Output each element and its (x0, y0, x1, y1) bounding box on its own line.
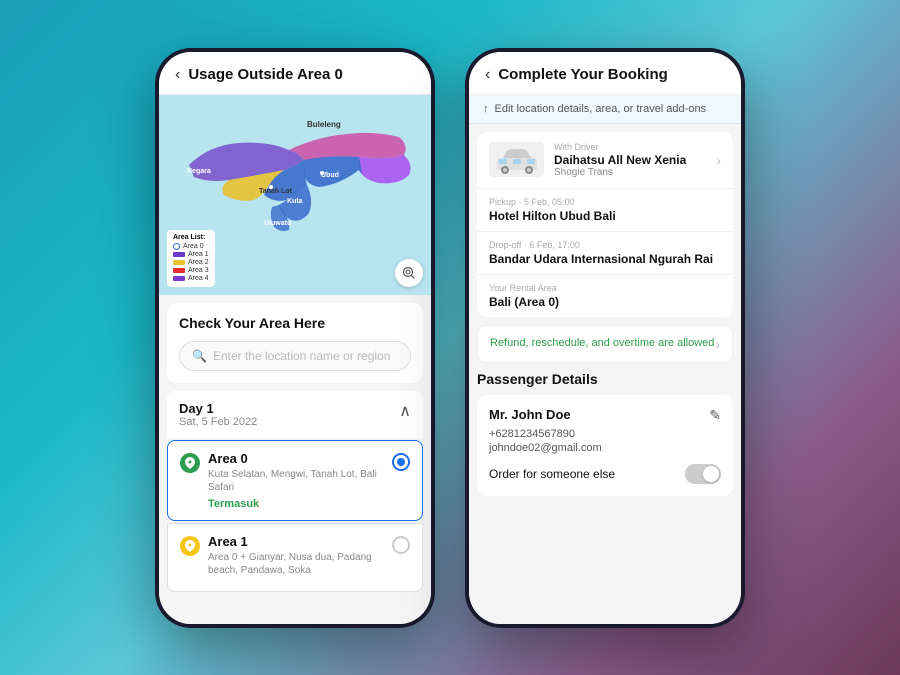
car-image (489, 142, 544, 177)
someone-toggle[interactable] (685, 464, 721, 484)
pickup-label: Pickup · 5 Feb, 05:00 (489, 197, 721, 207)
legend-area3: Area 3 (173, 267, 209, 274)
someone-else-row: Order for someone else (489, 464, 721, 484)
passenger-email: johndoe02@gmail.com (489, 442, 721, 454)
dropoff-value: Bandar Udara Internasional Ngurah Rai (489, 252, 721, 266)
left-content: Buleleng Negara Ubud Tanah Lot Kuta Uluw… (159, 95, 431, 624)
area-0-card[interactable]: Area 0 Kuta Selatan, Mengwi, Tanah Lot, … (167, 440, 423, 521)
area-0-badge: Termasuk (208, 498, 384, 510)
left-phone: ‹ Usage Outside Area 0 (155, 48, 435, 628)
search-box[interactable]: 🔍 Enter the location name or region (179, 341, 411, 371)
legend-area0: Area 0 (173, 243, 209, 250)
left-header: ‹ Usage Outside Area 0 (159, 52, 431, 95)
passenger-card: Mr. John Doe ✎ +6281234567890 johndoe02@… (477, 395, 733, 496)
area-0-info: Area 0 Kuta Selatan, Mengwi, Tanah Lot, … (208, 451, 384, 510)
day-header[interactable]: Day 1 Sat, 5 Feb 2022 ∧ (167, 391, 423, 438)
toggle-knob (703, 466, 719, 482)
car-chevron-icon[interactable]: › (716, 152, 721, 168)
pickup-row: Pickup · 5 Feb, 05:00 Hotel Hilton Ubud … (477, 189, 733, 232)
edit-passenger-icon[interactable]: ✎ (709, 407, 721, 424)
svg-text:Buleleng: Buleleng (307, 120, 341, 129)
right-content: With Driver Daihatsu All New Xenia Shogi… (469, 124, 741, 624)
area-0-radio[interactable] (392, 453, 410, 471)
edit-bar-icon: ↑ (483, 103, 489, 115)
svg-text:Kuta: Kuta (287, 198, 303, 205)
car-row[interactable]: With Driver Daihatsu All New Xenia Shogi… (477, 132, 733, 189)
svg-text:Negara: Negara (187, 168, 211, 175)
area-1-radio[interactable] (392, 536, 410, 554)
back-button[interactable]: ‹ (175, 66, 180, 84)
day-title: Day 1 (179, 401, 257, 416)
area-1-info: Area 1 Area 0 + Gianyar, Nusa dua, Padan… (208, 534, 384, 581)
check-area-section: Check Your Area Here 🔍 Enter the locatio… (167, 303, 423, 383)
dropoff-row: Drop-off · 6 Feb, 17:00 Bandar Udara Int… (477, 232, 733, 275)
right-phone: ‹ Complete Your Booking ↑ Edit location … (465, 48, 745, 628)
passenger-section: Passenger Details Mr. John Doe ✎ +628123… (477, 371, 733, 496)
car-vendor: Shogie Trans (554, 167, 706, 178)
passenger-name: Mr. John Doe (489, 407, 571, 422)
car-info: With Driver Daihatsu All New Xenia Shogi… (554, 142, 706, 178)
rental-area-row: Your Rental Area Bali (Area 0) (477, 275, 733, 317)
edit-bar-text: Edit location details, area, or travel a… (495, 103, 707, 115)
svg-text:Tanah Lot: Tanah Lot (259, 188, 293, 195)
refund-row[interactable]: Refund, reschedule, and overtime are all… (477, 325, 733, 363)
right-back-button[interactable]: ‹ (485, 66, 490, 84)
booking-card: With Driver Daihatsu All New Xenia Shogi… (477, 132, 733, 317)
dropoff-label: Drop-off · 6 Feb, 17:00 (489, 240, 721, 250)
passenger-top-row: Mr. John Doe ✎ (489, 407, 721, 424)
area-1-icon (180, 536, 200, 556)
svg-text:Uluwatu: Uluwatu (264, 220, 291, 227)
refund-chevron-icon[interactable]: › (715, 336, 720, 352)
check-area-title: Check Your Area Here (179, 315, 411, 331)
pickup-value: Hotel Hilton Ubud Bali (489, 209, 721, 223)
area-0-icon (180, 453, 200, 473)
map-view[interactable]: Buleleng Negara Ubud Tanah Lot Kuta Uluw… (159, 95, 431, 295)
car-name: Daihatsu All New Xenia (554, 153, 706, 167)
rental-area-value: Bali (Area 0) (489, 295, 721, 309)
refund-text: Refund, reschedule, and overtime are all… (490, 336, 714, 351)
passenger-section-title: Passenger Details (477, 371, 733, 387)
car-with-driver-label: With Driver (554, 142, 706, 152)
rental-area-label: Your Rental Area (489, 283, 721, 293)
day-chevron[interactable]: ∧ (399, 401, 411, 421)
right-page-title: Complete Your Booking (498, 66, 667, 83)
legend-area4: Area 4 (173, 275, 209, 282)
edit-bar[interactable]: ↑ Edit location details, area, or travel… (469, 95, 741, 124)
area-1-name: Area 1 (208, 534, 384, 549)
search-icon: 🔍 (192, 349, 207, 363)
area-0-name: Area 0 (208, 451, 384, 466)
someone-label: Order for someone else (489, 467, 615, 481)
legend-area2: Area 2 (173, 259, 209, 266)
page-title: Usage Outside Area 0 (188, 66, 343, 83)
area-1-desc: Area 0 + Gianyar, Nusa dua, Padang beach… (208, 551, 384, 577)
day-subtitle: Sat, 5 Feb 2022 (179, 416, 257, 428)
right-header: ‹ Complete Your Booking (469, 52, 741, 95)
legend-title: Area List: (173, 234, 209, 241)
legend-area1: Area 1 (173, 251, 209, 258)
zoom-button[interactable] (395, 259, 423, 287)
passenger-phone: +6281234567890 (489, 428, 721, 440)
search-input-placeholder[interactable]: Enter the location name or region (213, 349, 390, 363)
map-legend: Area List: Area 0 Area 1 Area 2 (167, 230, 215, 287)
area-0-desc: Kuta Selatan, Mengwi, Tanah Lot, Bali Sa… (208, 468, 384, 494)
area-1-card[interactable]: Area 1 Area 0 + Gianyar, Nusa dua, Padan… (167, 523, 423, 592)
